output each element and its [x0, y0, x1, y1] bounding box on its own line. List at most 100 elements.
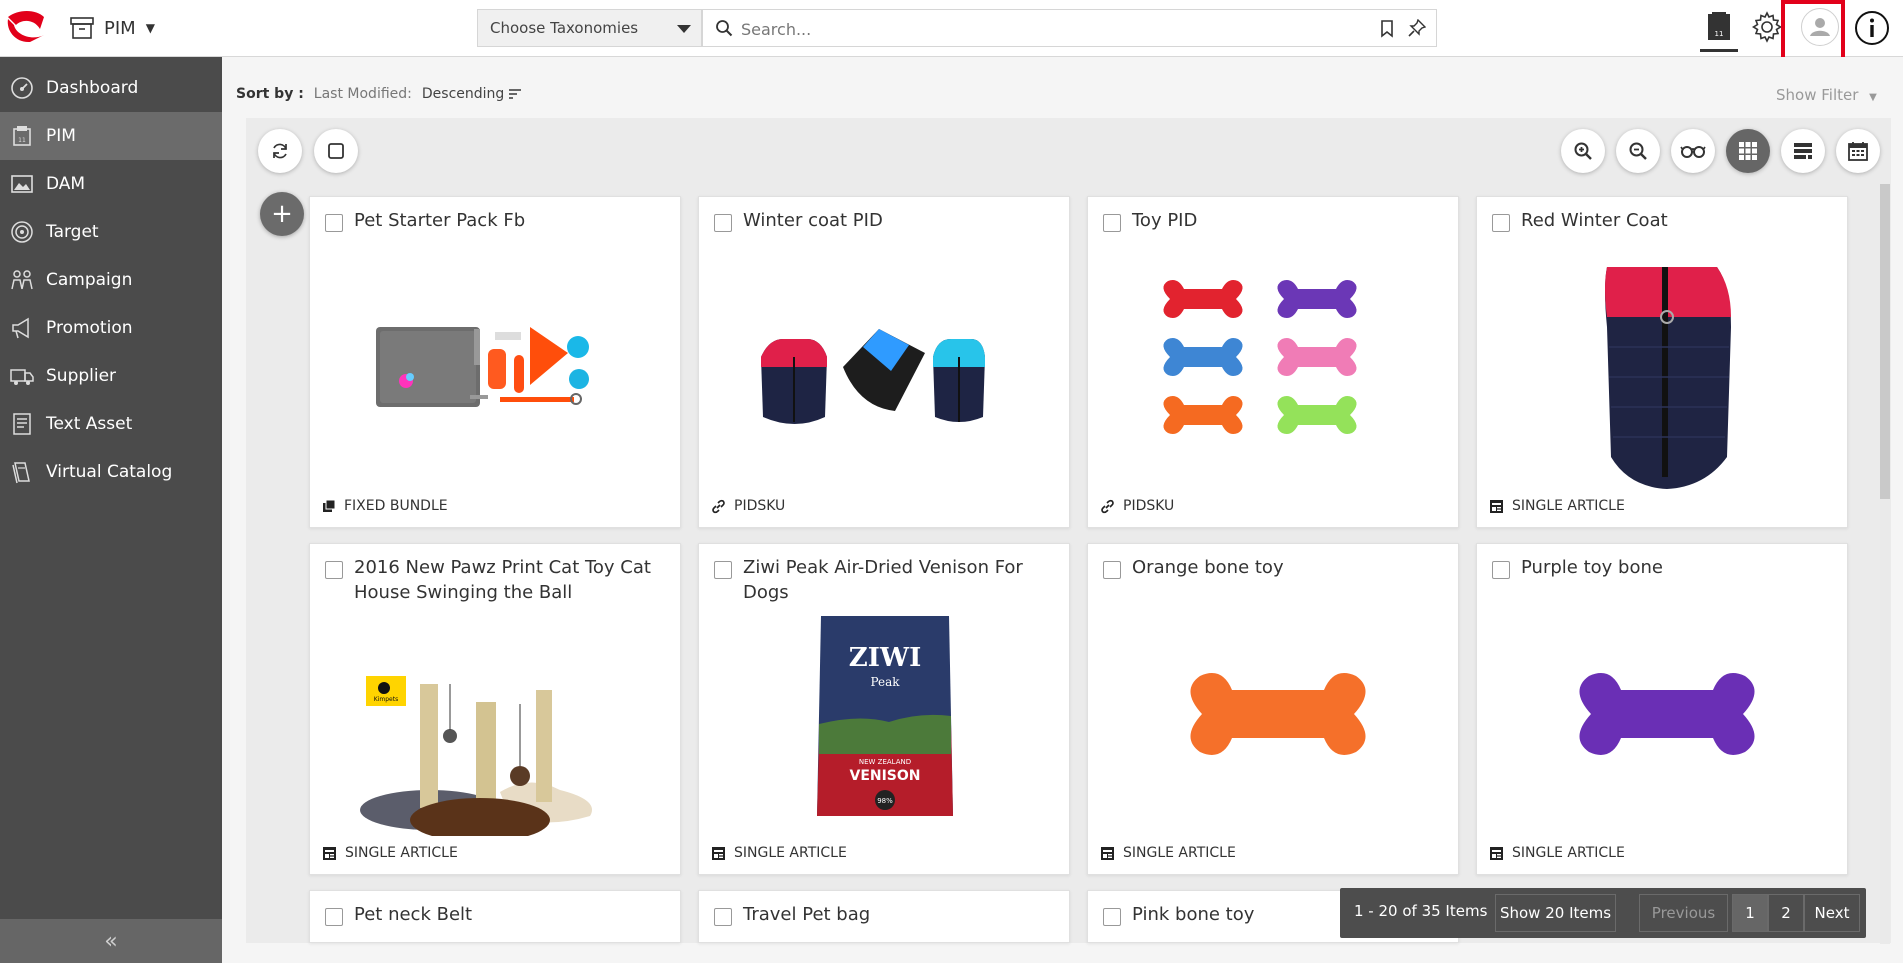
zoom-out-icon	[1628, 141, 1648, 161]
card-checkbox[interactable]	[714, 908, 732, 926]
article-icon	[322, 846, 337, 861]
product-image: Kimpets	[350, 604, 642, 836]
article-icon	[1100, 846, 1115, 861]
module-switcher[interactable]: PIM ▼	[70, 13, 155, 43]
sidebar-item-promotion[interactable]: Promotion	[0, 304, 222, 352]
ziwi-bag-origin: NEW ZEALAND	[859, 758, 911, 766]
search-box	[702, 9, 1437, 47]
preview-button[interactable]	[1671, 129, 1715, 173]
sort-label: Sort by :	[236, 86, 304, 102]
sidebar-item-target[interactable]: Target	[0, 208, 222, 256]
scrollbar-thumb[interactable]	[1880, 184, 1890, 499]
gear-icon[interactable]	[1750, 10, 1784, 44]
sidebar: Dashboard 11 PIM DAM Target Campaign Pro…	[0, 57, 222, 963]
search-input[interactable]	[741, 16, 1341, 42]
card-checkbox[interactable]	[325, 214, 343, 232]
card-type-label: SINGLE ARTICLE	[345, 845, 458, 861]
user-avatar-icon[interactable]	[1801, 8, 1839, 46]
megaphone-icon	[10, 316, 34, 340]
link-icon	[1100, 499, 1115, 514]
card-checkbox[interactable]	[1103, 561, 1121, 579]
product-card[interactable]: Ziwi Peak Air-Dried Venison For Dogs ZIW…	[698, 543, 1070, 875]
bundle-icon	[322, 499, 336, 513]
product-card[interactable]: Red Winter Coat SINGLE ARTICLE	[1476, 196, 1848, 528]
zoom-out-button[interactable]	[1616, 129, 1660, 173]
archive-box-icon	[70, 17, 94, 39]
add-item-button[interactable]: +	[260, 192, 304, 236]
calendar-view-button[interactable]	[1836, 129, 1880, 173]
product-card[interactable]: Travel Pet bag	[698, 890, 1070, 943]
product-card[interactable]: Winter coat PID PIDSKU	[698, 196, 1070, 528]
svg-text:11: 11	[18, 137, 26, 144]
page-size-button[interactable]: Show 20 Items	[1495, 894, 1616, 932]
sidebar-collapse-button[interactable]: «	[0, 919, 222, 963]
plus-icon: +	[271, 199, 293, 229]
product-card[interactable]: Purple toy bone SINGLE ARTICLE	[1476, 543, 1848, 875]
sort-lines-icon	[508, 89, 521, 99]
card-title: Pet Starter Pack Fb	[354, 210, 526, 231]
product-card[interactable]: Orange bone toy SINGLE ARTICLE	[1087, 543, 1459, 875]
sidebar-item-label: Text Asset	[46, 414, 133, 434]
ziwi-bag-line: Peak	[870, 675, 900, 689]
next-page-button[interactable]: Next	[1804, 894, 1860, 932]
previous-page-button[interactable]: Previous	[1639, 894, 1728, 932]
zoom-in-icon	[1573, 141, 1593, 161]
list-view-button[interactable]	[1781, 129, 1825, 173]
sort-order[interactable]: Descending	[422, 86, 521, 102]
document-icon	[10, 412, 34, 436]
card-checkbox[interactable]	[1492, 561, 1510, 579]
refresh-button[interactable]	[258, 129, 302, 173]
taxonomy-select[interactable]: Choose Taxonomies	[477, 9, 702, 47]
card-type-label: FIXED BUNDLE	[344, 498, 448, 514]
cat-tree-brand-label: Kimpets	[374, 696, 398, 703]
info-icon[interactable]	[1854, 10, 1890, 46]
page-2-button[interactable]: 2	[1768, 894, 1804, 932]
sidebar-item-campaign[interactable]: Campaign	[0, 256, 222, 304]
bookmark-icon[interactable]	[1380, 20, 1394, 38]
logo-icon[interactable]	[4, 9, 48, 47]
card-title: Travel Pet bag	[743, 904, 871, 925]
card-checkbox[interactable]	[714, 214, 732, 232]
card-checkbox[interactable]	[714, 561, 732, 579]
product-card[interactable]: Pet Starter Pack Fb FIXED BUNDLE	[309, 196, 681, 528]
zoom-in-button[interactable]	[1561, 129, 1605, 173]
card-title: Red Winter Coat	[1521, 210, 1668, 231]
card-type-label: SINGLE ARTICLE	[1123, 845, 1236, 861]
sidebar-item-label: Supplier	[46, 366, 117, 386]
sidebar-item-text-asset[interactable]: Text Asset	[0, 400, 222, 448]
product-image	[350, 257, 642, 489]
card-checkbox[interactable]	[325, 561, 343, 579]
product-card[interactable]: Toy PID PIDSKU	[1087, 196, 1459, 528]
sidebar-item-supplier[interactable]: Supplier	[0, 352, 222, 400]
sidebar-item-label: PIM	[46, 126, 76, 146]
product-card[interactable]: 2016 New Pawz Print Cat Toy Cat House Sw…	[309, 543, 681, 875]
search-icon	[715, 19, 733, 37]
sidebar-item-dam[interactable]: DAM	[0, 160, 222, 208]
sort-field[interactable]: Last Modified:	[314, 86, 412, 102]
catalog-icon[interactable]: 11	[1700, 8, 1738, 52]
show-filter-toggle[interactable]: Show Filter ▼	[1776, 86, 1877, 104]
card-title: Orange bone toy	[1132, 557, 1284, 578]
sidebar-item-label: Target	[46, 222, 99, 242]
image-gallery-icon	[10, 172, 34, 196]
card-title: Purple toy bone	[1521, 557, 1663, 578]
module-label: PIM	[104, 17, 136, 39]
card-checkbox[interactable]	[325, 908, 343, 926]
card-checkbox[interactable]	[1103, 908, 1121, 926]
card-checkbox[interactable]	[1103, 214, 1121, 232]
grid-view-button[interactable]	[1726, 129, 1770, 173]
target-icon	[10, 220, 34, 244]
product-card[interactable]: Pet neck Belt	[309, 890, 681, 943]
item-range: 1 - 20 of 35 Items	[1354, 902, 1488, 920]
sidebar-item-pim[interactable]: 11 PIM	[0, 112, 222, 160]
sidebar-item-label: Dashboard	[46, 78, 139, 98]
sidebar-item-virtual-catalog[interactable]: Virtual Catalog	[0, 448, 222, 496]
truck-icon	[10, 364, 34, 388]
pin-icon[interactable]	[1408, 19, 1426, 37]
select-all-button[interactable]	[314, 129, 358, 173]
sidebar-item-dashboard[interactable]: Dashboard	[0, 64, 222, 112]
card-checkbox[interactable]	[1492, 214, 1510, 232]
card-title: 2016 New Pawz Print Cat Toy Cat House Sw…	[354, 557, 651, 603]
page-1-button[interactable]: 1	[1732, 894, 1768, 932]
card-type-label: SINGLE ARTICLE	[734, 845, 847, 861]
